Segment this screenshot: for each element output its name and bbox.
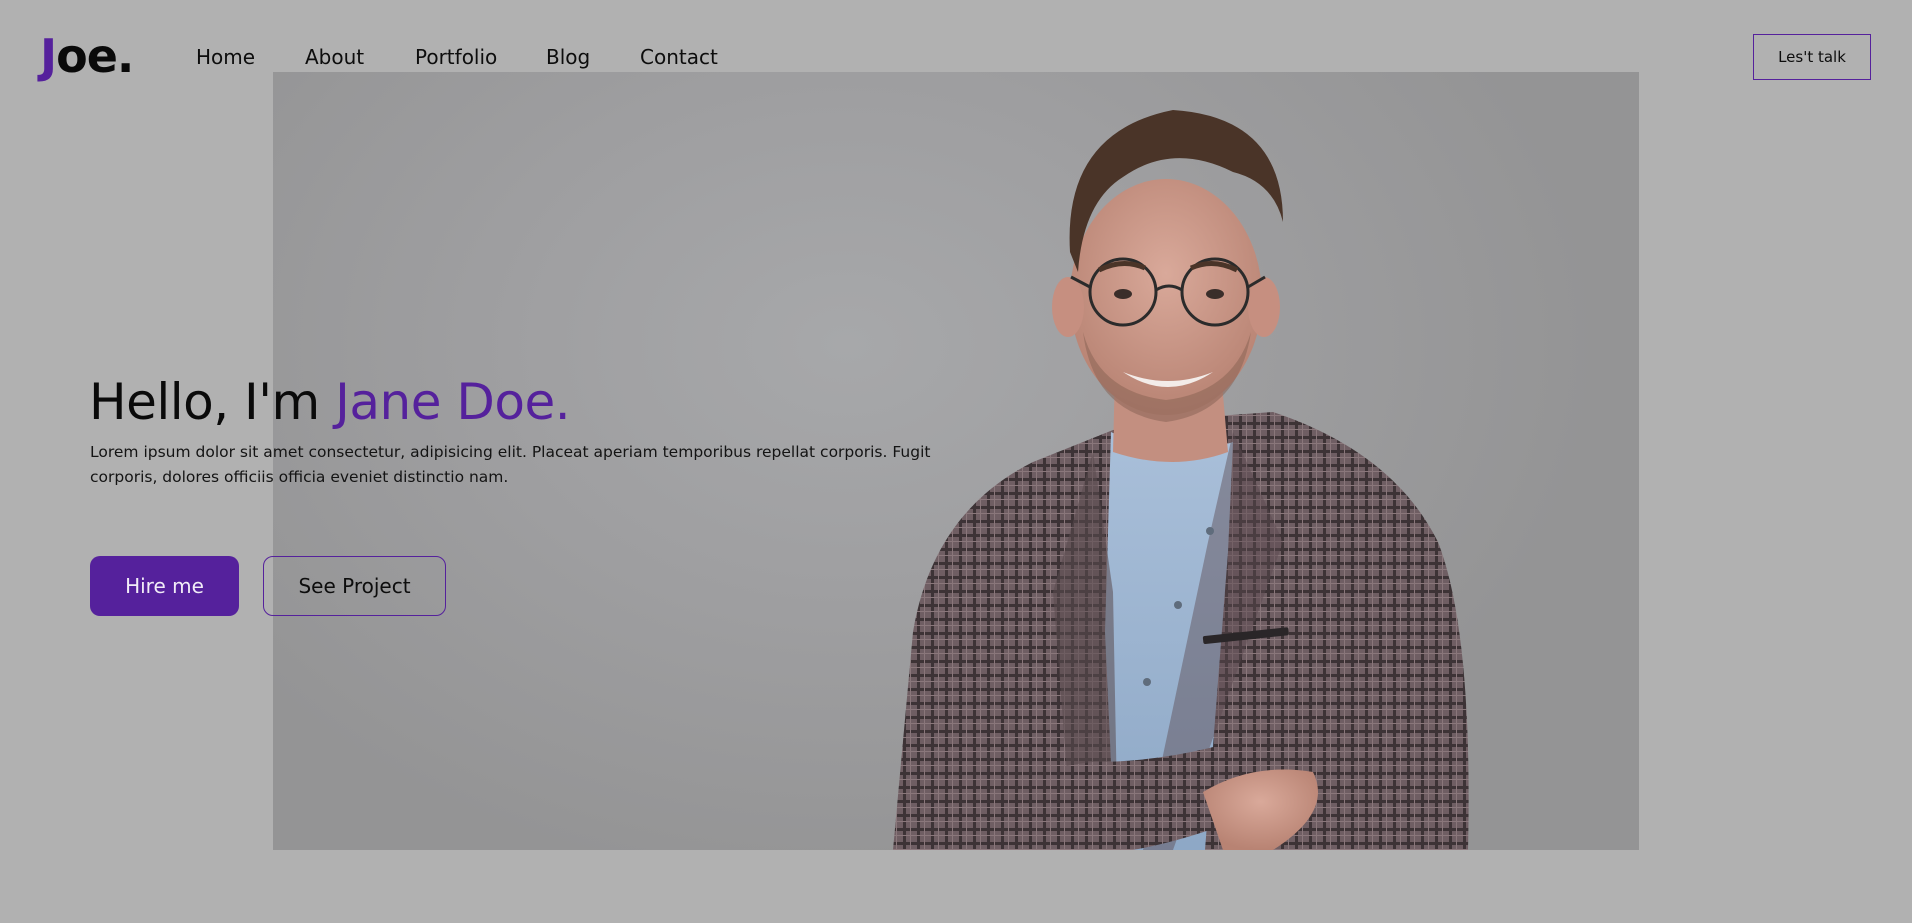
see-project-button[interactable]: See Project — [263, 556, 446, 616]
brand-logo[interactable]: Joe. — [40, 26, 134, 86]
logo-text: oe. — [56, 29, 134, 83]
nav-item-contact[interactable]: Contact — [640, 42, 750, 72]
main-nav: Home About Portfolio Blog Contact — [196, 42, 750, 72]
hero-name: Jane Doe. — [335, 373, 571, 431]
nav-item-home[interactable]: Home — [196, 42, 305, 72]
nav-item-blog[interactable]: Blog — [546, 42, 640, 72]
lets-talk-button[interactable]: Les't talk — [1753, 34, 1871, 80]
hero-title: Hello, I'm Jane Doe. — [89, 370, 571, 434]
hero-description: Lorem ipsum dolor sit amet consectetur, … — [90, 443, 931, 486]
nav-item-portfolio[interactable]: Portfolio — [415, 42, 546, 72]
nav-item-about[interactable]: About — [305, 42, 415, 72]
logo-initial: J — [40, 29, 57, 83]
hero-greeting: Hello, I'm — [89, 373, 336, 431]
hire-me-button[interactable]: Hire me — [90, 556, 239, 616]
